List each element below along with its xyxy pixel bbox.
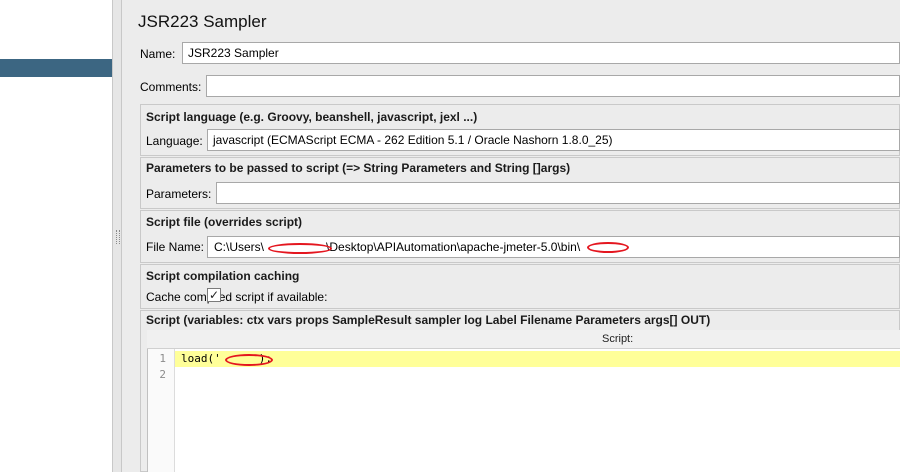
parameters-field[interactable] xyxy=(216,182,900,204)
caching-title: Script compilation caching xyxy=(146,269,300,283)
tree-selected-item[interactable] xyxy=(0,59,112,77)
splitter-grip-icon xyxy=(116,230,120,244)
code-text-start: load(' xyxy=(181,352,221,365)
redaction-scribble-user xyxy=(268,243,332,254)
redaction-scribble-code xyxy=(225,354,273,366)
script-language-title: Script language (e.g. Groovy, beanshell,… xyxy=(146,110,478,124)
name-label: Name: xyxy=(140,47,176,61)
test-plan-tree[interactable] xyxy=(0,0,112,472)
redaction-scribble-file xyxy=(587,242,629,253)
comments-field[interactable] xyxy=(206,75,900,97)
language-label: Language: xyxy=(146,134,203,148)
panel-splitter[interactable] xyxy=(112,0,122,472)
file-path-middle: \Desktop\APIAutomation\apache-jmeter-5.0… xyxy=(326,240,581,254)
script-title: Script (variables: ctx vars props Sample… xyxy=(146,313,711,327)
cache-checkbox[interactable]: ✓ xyxy=(207,288,221,302)
script-file-title: Script file (overrides script) xyxy=(146,215,303,229)
page-title: JSR223 Sampler xyxy=(138,12,267,31)
parameters-label: Parameters: xyxy=(146,187,212,201)
line-number-gutter: 1 2 xyxy=(148,349,175,472)
file-name-label: File Name: xyxy=(146,240,205,254)
name-field[interactable]: JSR223 Sampler xyxy=(182,42,900,64)
parameters-title: Parameters to be passed to script (=> St… xyxy=(146,161,571,175)
script-header-label: Script: xyxy=(602,333,634,345)
cache-label: Cache compiled script if available: xyxy=(146,290,328,304)
current-line-highlight xyxy=(175,351,900,367)
script-editor-header: Script: xyxy=(147,330,900,349)
comments-label: Comments: xyxy=(140,80,202,94)
language-select[interactable]: javascript (ECMAScript ECMA - 262 Editio… xyxy=(207,129,900,151)
file-path-prefix: C:\Users\ xyxy=(214,240,265,254)
script-editor[interactable]: 1 2 load('); xyxy=(147,349,900,472)
line-number: 1 xyxy=(159,352,166,365)
line-number: 2 xyxy=(159,368,166,381)
